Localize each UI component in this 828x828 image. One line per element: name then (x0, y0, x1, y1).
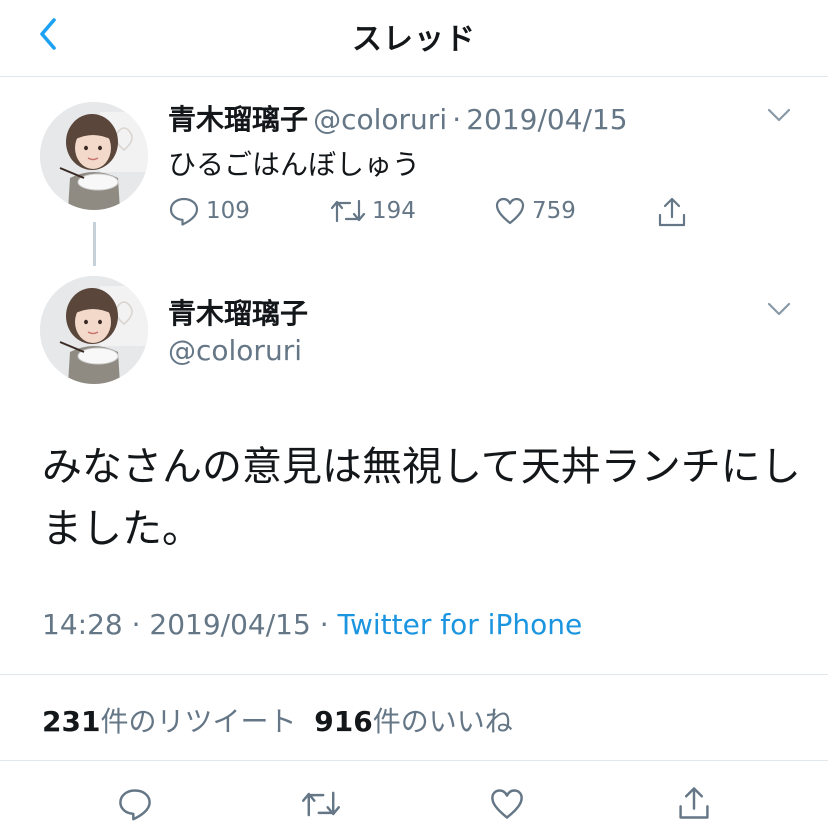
like-stat-label: 件のいいね (372, 705, 513, 738)
tweet-source-link[interactable]: Twitter for iPhone (338, 608, 583, 641)
display-name[interactable]: 青木瑠璃子 (168, 292, 308, 332)
chevron-down-icon[interactable] (764, 100, 794, 130)
like-total: 916 (314, 705, 373, 738)
reply-icon (168, 195, 206, 227)
tweet-text: みなさんの意見は無視して天丼ランチにしました。 (42, 444, 801, 552)
tweet-date: 2019/04/15 (149, 608, 311, 641)
page-title: スレッド (352, 22, 476, 57)
tweet-time: 14:28 (42, 608, 123, 641)
heart-icon (494, 195, 532, 227)
reply-button[interactable] (117, 786, 153, 822)
share-button[interactable] (656, 195, 694, 229)
handle[interactable]: @coloruri (313, 103, 447, 136)
like-stat[interactable]: 916件のいいね (314, 705, 512, 738)
share-icon (656, 195, 694, 229)
tweet-date[interactable]: 2019/04/15 (466, 103, 627, 136)
separator: · (452, 103, 462, 136)
display-name[interactable]: 青木瑠璃子 (168, 103, 308, 136)
chevron-down-icon[interactable] (764, 294, 794, 324)
share-button[interactable] (676, 784, 712, 822)
reply-icon (117, 786, 153, 822)
handle[interactable]: @coloruri (168, 334, 302, 367)
like-count: 759 (532, 198, 576, 224)
divider (0, 760, 828, 761)
retweet-button[interactable]: 194 (330, 195, 416, 227)
reply-button[interactable]: 109 (168, 195, 250, 227)
tweet-stats: 231件のリツイート 916件のいいね (42, 700, 513, 740)
share-icon (676, 784, 712, 822)
thread-connector-line (93, 222, 96, 266)
tweet-header: 青木瑠璃子 @coloruri · 2019/04/15 (168, 98, 628, 138)
retweet-button[interactable] (301, 786, 341, 822)
tweet-text: ひるごはんぼしゅう (168, 148, 421, 181)
retweet-icon (301, 786, 341, 822)
divider (0, 674, 828, 675)
reply-count: 109 (206, 198, 250, 224)
retweet-count: 194 (372, 198, 416, 224)
retweet-stat[interactable]: 231件のリツイート (42, 705, 296, 738)
like-button[interactable] (488, 786, 526, 822)
retweet-icon (330, 195, 372, 227)
like-button[interactable]: 759 (494, 195, 576, 227)
retweet-stat-label: 件のリツイート (100, 705, 297, 738)
retweet-total: 231 (42, 705, 101, 738)
avatar[interactable] (40, 102, 148, 210)
separator: · (131, 608, 141, 641)
heart-icon (488, 786, 526, 822)
separator: · (319, 608, 329, 641)
tweet-metadata: 14:28 · 2019/04/15 · Twitter for iPhone (42, 608, 582, 641)
avatar[interactable] (40, 276, 148, 384)
